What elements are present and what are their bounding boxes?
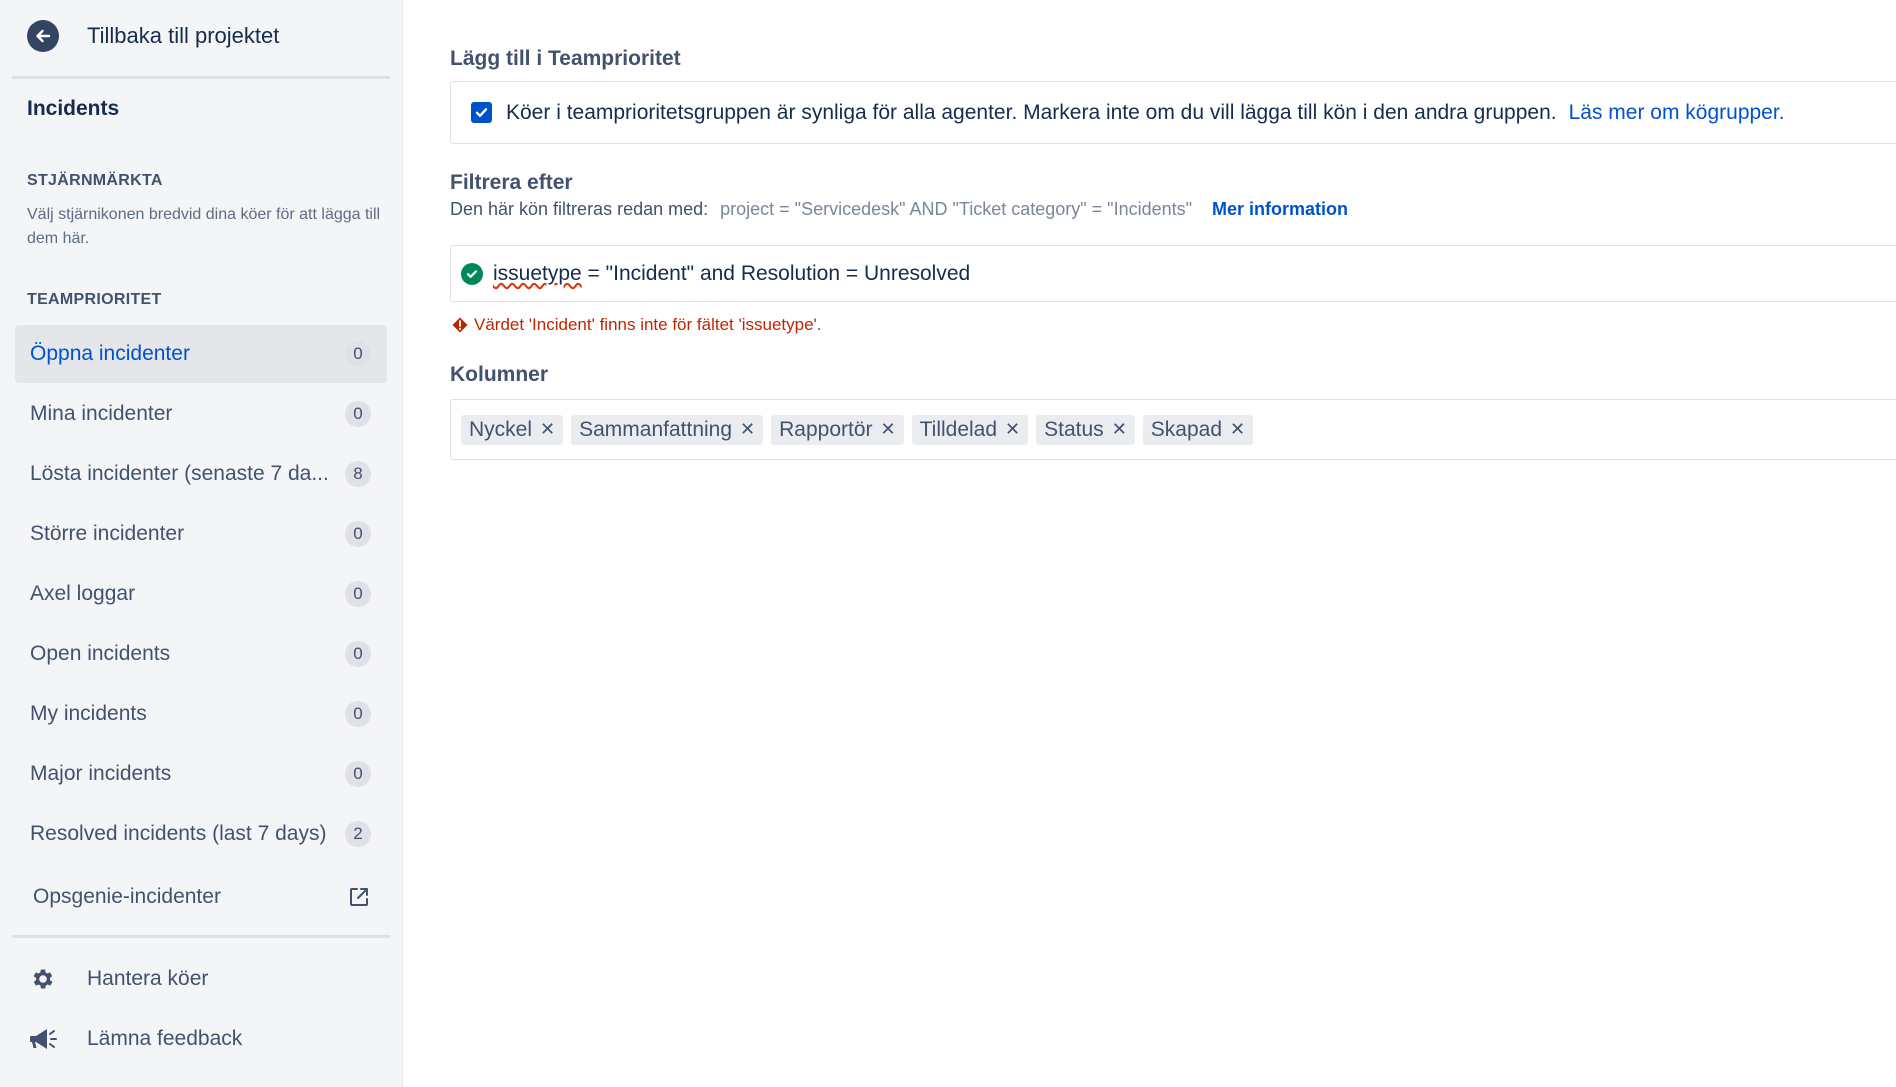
queue-label: Större incidenter [30, 522, 185, 545]
column-chip: Tilldelad ✕ [911, 414, 1029, 445]
queue-count-badge: 0 [345, 341, 371, 367]
chip-label: Tilldelad [919, 417, 998, 441]
chip-label: Skapad [1150, 417, 1223, 441]
queue-count-badge: 2 [345, 821, 371, 847]
sidebar-divider [12, 935, 390, 938]
queue-count-badge: 8 [345, 461, 371, 487]
filter-desc-label: Den här kön filtreras redan med: [450, 199, 709, 219]
queue-label: Axel loggar [30, 582, 136, 605]
main-content: Lägg till i Teamprioritet Köer i teampri… [404, 0, 1896, 1087]
team-priority-checkbox[interactable] [471, 102, 492, 123]
more-information-link[interactable]: Mer information [1212, 199, 1348, 220]
queue-label: Öppna incidenter [30, 342, 190, 365]
sidebar-divider [12, 76, 390, 79]
filter-heading: Filtrera efter [450, 171, 573, 194]
queue-label: Opsgenie-incidenter [33, 885, 221, 908]
queue-item[interactable]: Större incidenter 0 [15, 505, 387, 563]
project-name: Incidents [27, 97, 120, 120]
jql-error-message: Värdet 'Incident' finns inte för fältet … [452, 315, 822, 335]
manage-queues-label: Hantera köer [87, 967, 209, 990]
remove-chip-icon[interactable]: ✕ [1112, 419, 1127, 440]
columns-box[interactable]: Nyckel ✕ Sammanfattning ✕ Rapportör ✕ Tilld… [450, 399, 1896, 460]
team-priority-heading: TEAMPRIORITET [27, 291, 162, 308]
chip-label: Status [1044, 417, 1104, 441]
team-priority-section-heading: Lägg till i Teamprioritet [450, 47, 681, 70]
queue-item[interactable]: Mina incidenter 0 [15, 385, 387, 443]
check-circle-icon [461, 262, 483, 285]
gear-icon [27, 963, 59, 995]
queue-item[interactable]: Axel loggar 0 [15, 565, 387, 623]
queue-count-badge: 0 [345, 761, 371, 787]
jql-input-box[interactable]: issuetype = "Incident" and Resolution = … [450, 245, 1896, 302]
opsgenie-incidents-link[interactable]: Opsgenie-incidenter [15, 868, 387, 926]
back-label: Tillbaka till projektet [87, 23, 280, 48]
queue-item[interactable]: Resolved incidents (last 7 days) 2 [15, 805, 387, 863]
queue-count-badge: 0 [345, 401, 371, 427]
starred-heading: STJÄRNMÄRKTA [27, 172, 163, 189]
column-chip: Rapportör ✕ [771, 414, 904, 445]
queue-item[interactable]: My incidents 0 [15, 685, 387, 743]
give-feedback-label: Lämna feedback [87, 1027, 243, 1050]
queue-label: Lösta incidenter (senaste 7 da... [30, 462, 329, 485]
queue-count-badge: 0 [345, 641, 371, 667]
remove-chip-icon[interactable]: ✕ [1005, 419, 1020, 440]
remove-chip-icon[interactable]: ✕ [740, 419, 755, 440]
queue-item[interactable]: Öppna incidenter 0 [15, 325, 387, 383]
columns-heading: Kolumner [450, 363, 549, 386]
manage-queues-link[interactable]: Hantera köer [27, 963, 208, 995]
error-text: Värdet 'Incident' finns inte för fältet … [474, 315, 822, 334]
megaphone-icon [27, 1023, 59, 1055]
chip-label: Nyckel [469, 417, 533, 441]
column-chip: Status ✕ [1036, 414, 1135, 445]
existing-filter-query: project = "Servicedesk" AND "Ticket cate… [720, 199, 1193, 219]
queue-count-badge: 0 [345, 701, 371, 727]
jql-field-name: issuetype [493, 261, 582, 285]
jql-query-text[interactable]: issuetype = "Incident" and Resolution = … [493, 262, 970, 286]
remove-chip-icon[interactable]: ✕ [540, 419, 555, 440]
queue-label: Major incidents [30, 762, 172, 785]
give-feedback-link[interactable]: Lämna feedback [27, 1023, 242, 1055]
remove-chip-icon[interactable]: ✕ [1230, 419, 1245, 440]
arrow-left-icon [27, 20, 59, 52]
queue-count-badge: 0 [345, 521, 371, 547]
starred-hint: Välj stjärnikonen bredvid dina köer för … [27, 206, 381, 247]
filter-description: Den här kön filtreras redan med: project… [450, 199, 1348, 220]
column-chip: Sammanfattning ✕ [571, 414, 764, 445]
queue-label: My incidents [30, 702, 147, 725]
learn-more-queue-groups-link[interactable]: Läs mer om kögrupper. [1569, 101, 1785, 125]
remove-chip-icon[interactable]: ✕ [881, 419, 896, 440]
column-chip: Nyckel ✕ [461, 414, 564, 445]
sidebar: Tillbaka till projektet Incidents STJÄRN… [0, 0, 403, 1087]
chip-label: Rapportör [779, 417, 873, 441]
back-to-project-link[interactable]: Tillbaka till projektet [27, 20, 279, 52]
queue-label: Open incidents [30, 642, 171, 665]
column-chip: Skapad ✕ [1142, 414, 1254, 445]
queue-label: Mina incidenter [30, 402, 173, 425]
team-priority-box: Köer i teamprioritetsgruppen är synliga … [450, 81, 1896, 144]
queue-item[interactable]: Lösta incidenter (senaste 7 da... 8 [15, 445, 387, 503]
queue-label: Resolved incidents (last 7 days) [30, 822, 327, 845]
queue-item[interactable]: Open incidents 0 [15, 625, 387, 683]
chip-label: Sammanfattning [579, 417, 733, 441]
error-icon [452, 317, 468, 333]
queue-count-badge: 0 [345, 581, 371, 607]
queue-item[interactable]: Major incidents 0 [15, 745, 387, 803]
jql-query-rest: = "Incident" and Resolution = Unresolved [581, 261, 971, 285]
team-priority-checkbox-label: Köer i teamprioritetsgruppen är synliga … [506, 100, 1557, 124]
external-link-icon [347, 885, 371, 909]
